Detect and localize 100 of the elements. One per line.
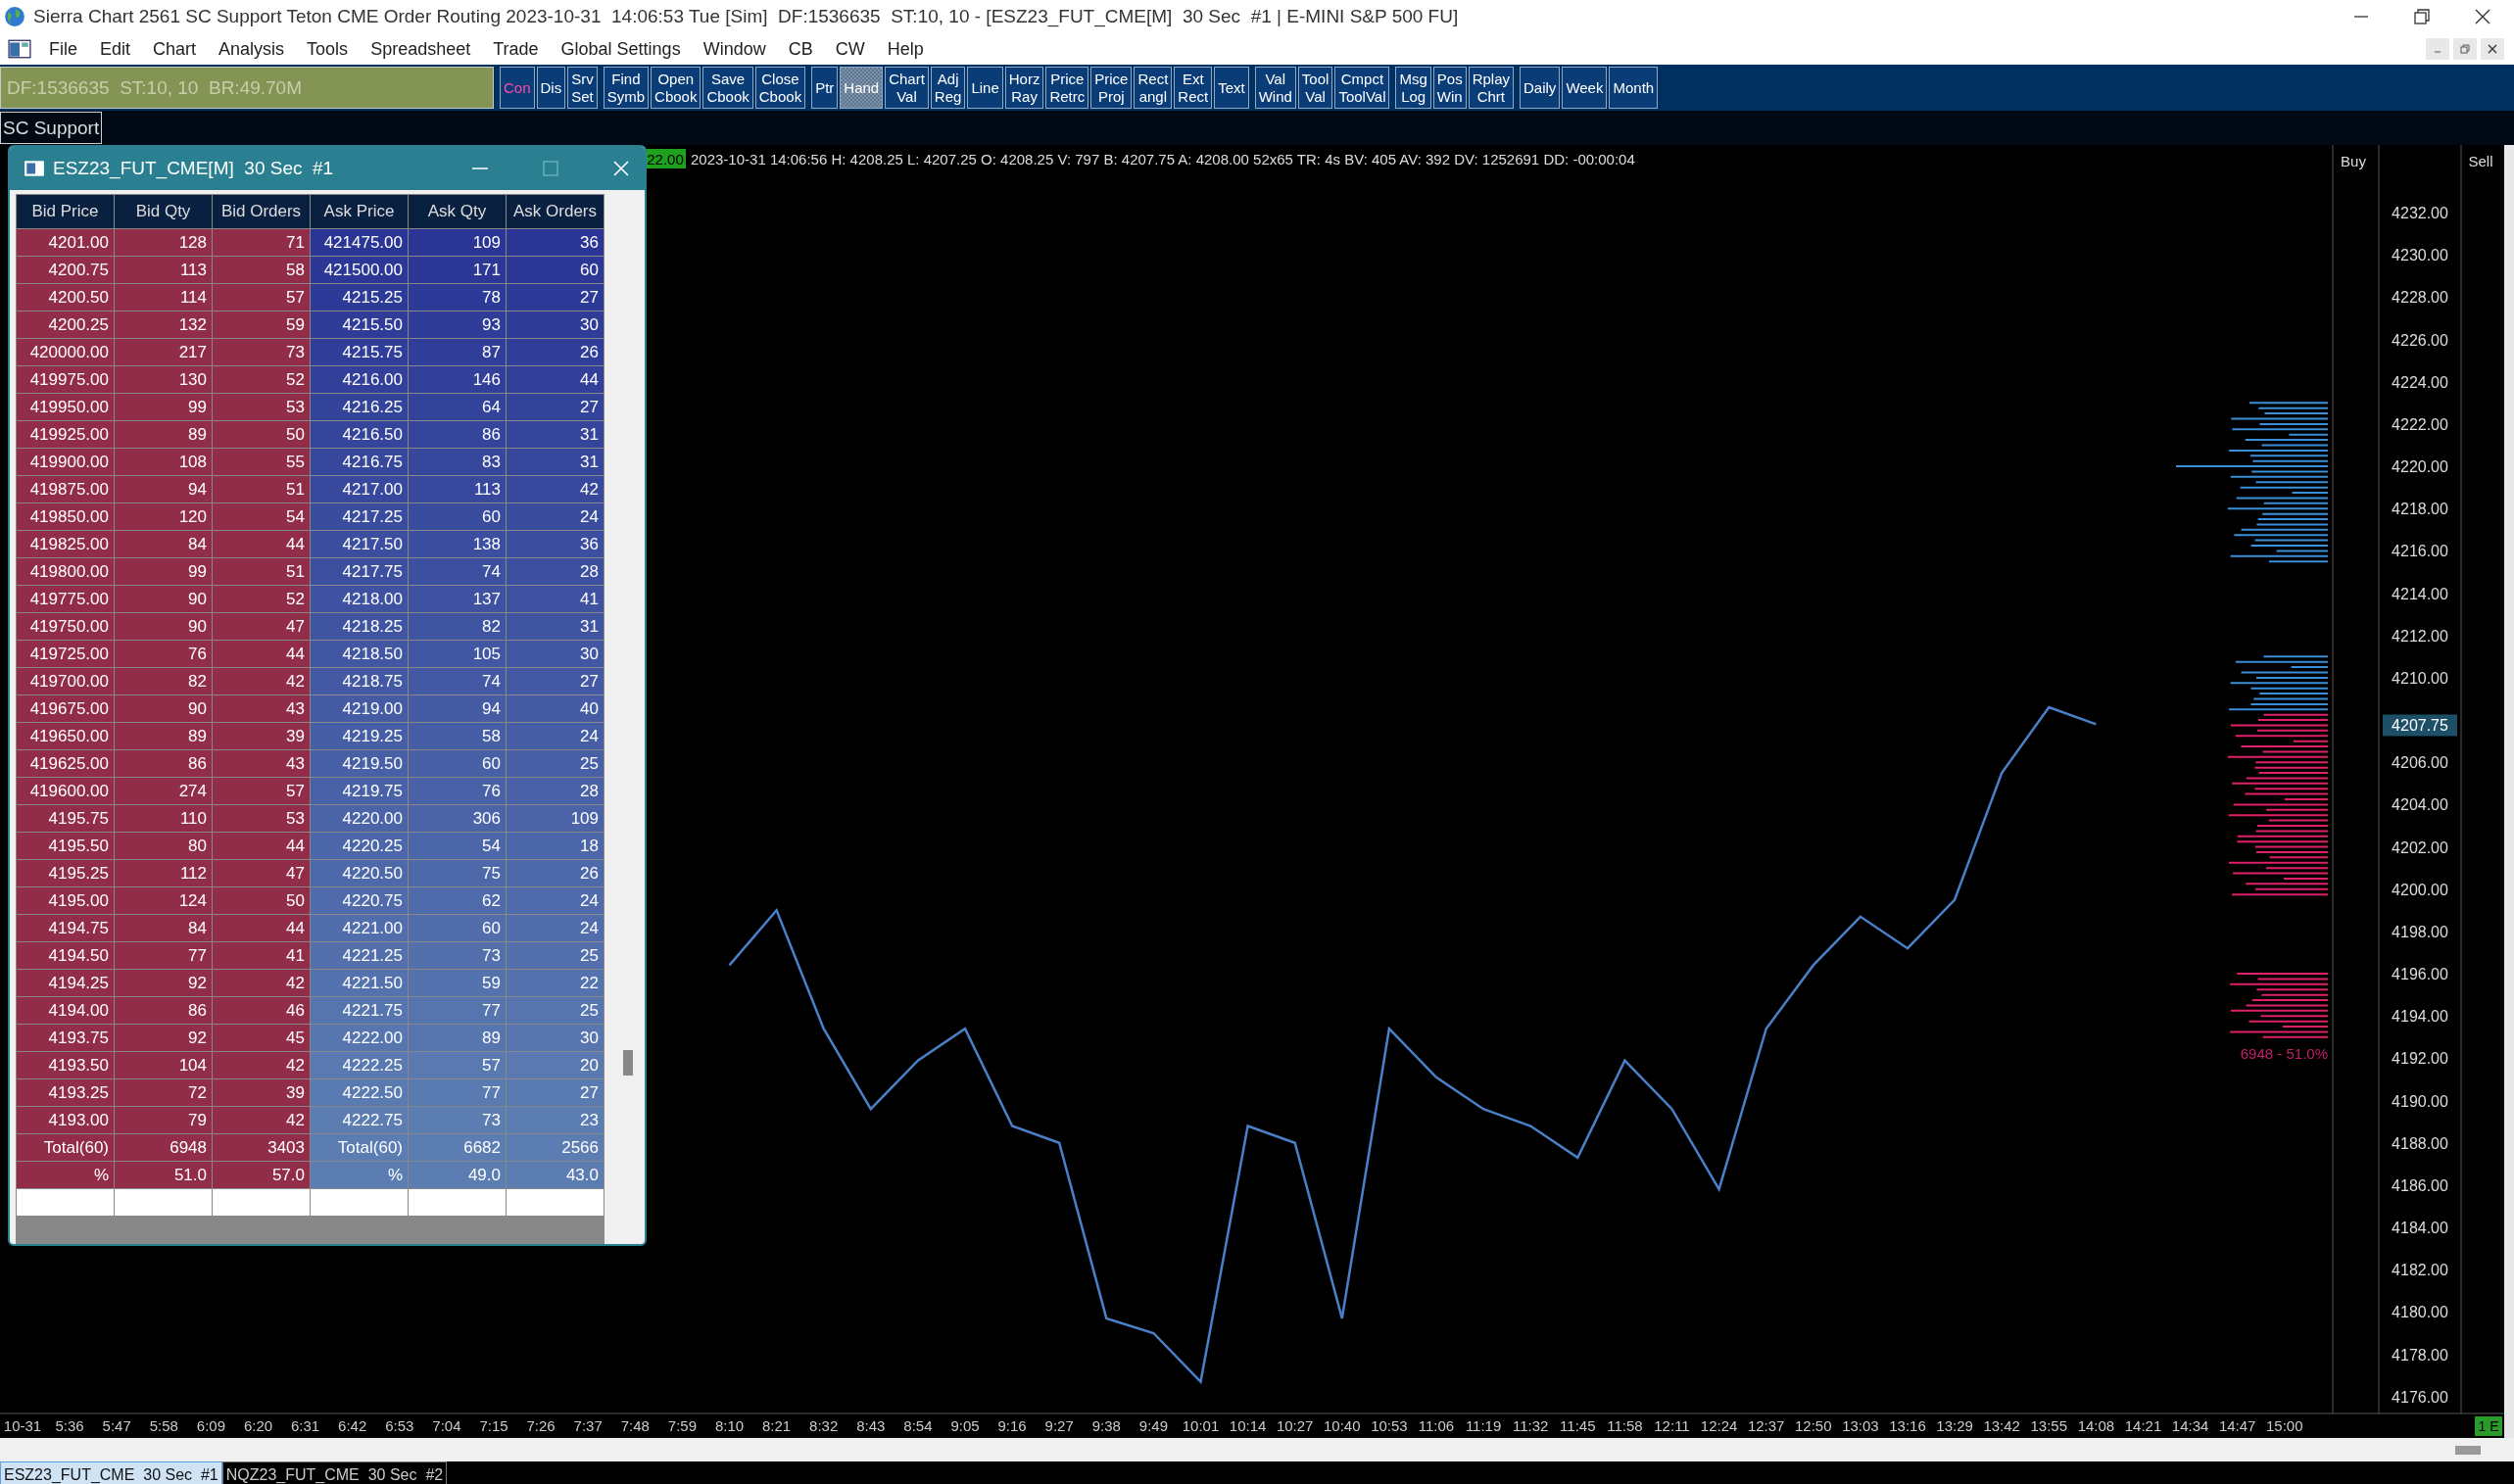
time-axis-label: 5:47	[102, 1417, 131, 1434]
mdi-close-button[interactable]	[2481, 38, 2504, 60]
menu-item[interactable]: Global Settings	[549, 38, 692, 60]
table-cell: 4193.00	[17, 1107, 114, 1133]
toolbar-button[interactable]: Text	[1214, 67, 1249, 109]
table-cell: 4221.00	[311, 915, 408, 941]
close-icon[interactable]	[2487, 43, 2498, 55]
time-axis-label: 6:53	[385, 1417, 414, 1434]
menu-item[interactable]: CB	[776, 38, 824, 60]
toolbar-button[interactable]: Ext Rect	[1174, 67, 1213, 109]
table-cell: 54	[409, 833, 506, 859]
toolbar-button[interactable]: Line	[967, 67, 1003, 109]
column-header[interactable]: Bid Price	[17, 195, 114, 228]
menu-item[interactable]: Tools	[295, 38, 360, 60]
close-icon[interactable]	[2473, 7, 2492, 26]
table-cell: 99	[115, 394, 212, 420]
table-cell: %	[17, 1162, 114, 1188]
toolbar-button[interactable]: Adj Reg	[930, 67, 966, 109]
table-cell: 4193.75	[17, 1025, 114, 1051]
table-cell: 74	[409, 668, 506, 694]
table-cell: 90	[115, 613, 212, 640]
menu-item[interactable]: Edit	[88, 38, 142, 60]
chart-tab[interactable]: NQZ23_FUT_CME 30 Sec #2	[221, 1461, 448, 1484]
table-cell: 73	[213, 339, 310, 365]
toolbar-button[interactable]: Find Symb	[603, 67, 650, 109]
table-cell: 64	[409, 394, 506, 420]
toolbar-button[interactable]: Month	[1609, 67, 1659, 109]
toolbar-button[interactable]: Chart Val	[885, 67, 929, 109]
table-cell: 4216.25	[311, 394, 408, 420]
toolbar-button[interactable]: Cmpct ToolVal	[1334, 67, 1390, 109]
column-header: Buy	[2341, 153, 2366, 169]
menu-item[interactable]: Window	[691, 38, 777, 60]
table-cell: 4217.75	[311, 558, 408, 585]
restore-icon[interactable]	[2412, 7, 2432, 26]
menu-item[interactable]: Spreadsheet	[359, 38, 482, 60]
table-cell: 60	[507, 257, 604, 283]
toolbar-button[interactable]: Ptr	[811, 67, 839, 109]
menu-item[interactable]: Analysis	[207, 38, 296, 60]
menu-item[interactable]: Trade	[481, 38, 550, 60]
time-axis-label: 14:34	[2171, 1417, 2209, 1434]
menu-item[interactable]: CW	[823, 38, 876, 60]
column-header[interactable]: Bid Qty	[115, 195, 212, 228]
toolbar-button[interactable]: Msg Log	[1395, 67, 1431, 109]
table-cell: 4194.50	[17, 942, 114, 969]
column-header[interactable]: Ask Orders	[507, 195, 604, 228]
toolbar-button[interactable]: Week	[1562, 67, 1608, 109]
table-cell: 22	[507, 970, 604, 996]
toolbar-button[interactable]: Val Wind	[1254, 67, 1296, 109]
table-cell: 419900.00	[17, 449, 114, 475]
toolbar-button[interactable]: Daily	[1520, 67, 1561, 109]
scrollbar-thumb[interactable]	[623, 1050, 633, 1076]
column-header[interactable]: Ask Price	[311, 195, 408, 228]
time-axis-label: 12:24	[1700, 1417, 1738, 1434]
column-header[interactable]: Bid Orders	[213, 195, 310, 228]
menu-item[interactable]: Chart	[141, 38, 208, 60]
table-cell: 39	[213, 1079, 310, 1106]
table-cell: 36	[507, 531, 604, 557]
time-axis-label: 12:37	[1747, 1417, 1785, 1434]
price-axis-label: 4224.00	[2392, 373, 2448, 391]
table-cell: 42	[213, 1052, 310, 1078]
toolbar-button[interactable]: Srv Set	[567, 67, 598, 109]
toolbar-button[interactable]: Price Proj	[1090, 67, 1133, 109]
table-cell: 60	[409, 503, 506, 530]
table-cell: 4215.25	[311, 284, 408, 311]
toolbar-button[interactable]: Rplay Chrt	[1468, 67, 1515, 109]
mdi-minimize-button[interactable]	[2426, 38, 2449, 60]
app-icon[interactable]	[8, 38, 31, 60]
toolbar-button[interactable]: Close Cbook	[754, 67, 806, 109]
column-header[interactable]: Ask Qty	[409, 195, 506, 228]
chart-tab[interactable]: ESZ23_FUT_CME 30 Sec #1	[0, 1461, 222, 1484]
price-axis-label: 4198.00	[2392, 923, 2448, 940]
toolbar-button[interactable]: Horz Ray	[1004, 67, 1044, 109]
table-cell: 27	[507, 284, 604, 311]
scrollbar-thumb[interactable]	[2455, 1446, 2481, 1455]
chartbook-tab[interactable]: SC Support	[0, 112, 103, 144]
table-cell: 4219.25	[311, 723, 408, 749]
table-cell: 60	[409, 915, 506, 941]
price-axis-label: 4214.00	[2392, 585, 2448, 602]
toolbar-button[interactable]: Open Cbook	[651, 67, 701, 109]
toolbar-button[interactable]: Dis	[536, 67, 566, 109]
table-cell: 419975.00	[17, 366, 114, 393]
menu-item[interactable]: File	[37, 38, 88, 60]
table-cell: %	[311, 1162, 408, 1188]
scrollbar[interactable]	[2504, 145, 2514, 1438]
table-cell: 42	[213, 970, 310, 996]
toolbar-button[interactable]: Rect angl	[1134, 67, 1173, 109]
toolbar-button[interactable]: Pos Win	[1432, 67, 1467, 109]
toolbar-button[interactable]: Tool Val	[1297, 67, 1333, 109]
table-cell: 43.0	[507, 1162, 604, 1188]
table-cell: 4215.50	[311, 311, 408, 338]
table-cell: 4194.25	[17, 970, 114, 996]
table-cell: 93	[409, 311, 506, 338]
table-cell: 4221.75	[311, 997, 408, 1024]
menu-item[interactable]: Help	[875, 38, 935, 60]
table-cell: 71	[213, 229, 310, 256]
table-cell: 36	[507, 229, 604, 256]
time-axis-label: 9:38	[1091, 1417, 1121, 1434]
toolbar-button[interactable]: Save Cbook	[702, 67, 753, 109]
time-axis-label: 6:09	[196, 1417, 225, 1434]
toolbar-button[interactable]: Price Retrc	[1045, 67, 1089, 109]
